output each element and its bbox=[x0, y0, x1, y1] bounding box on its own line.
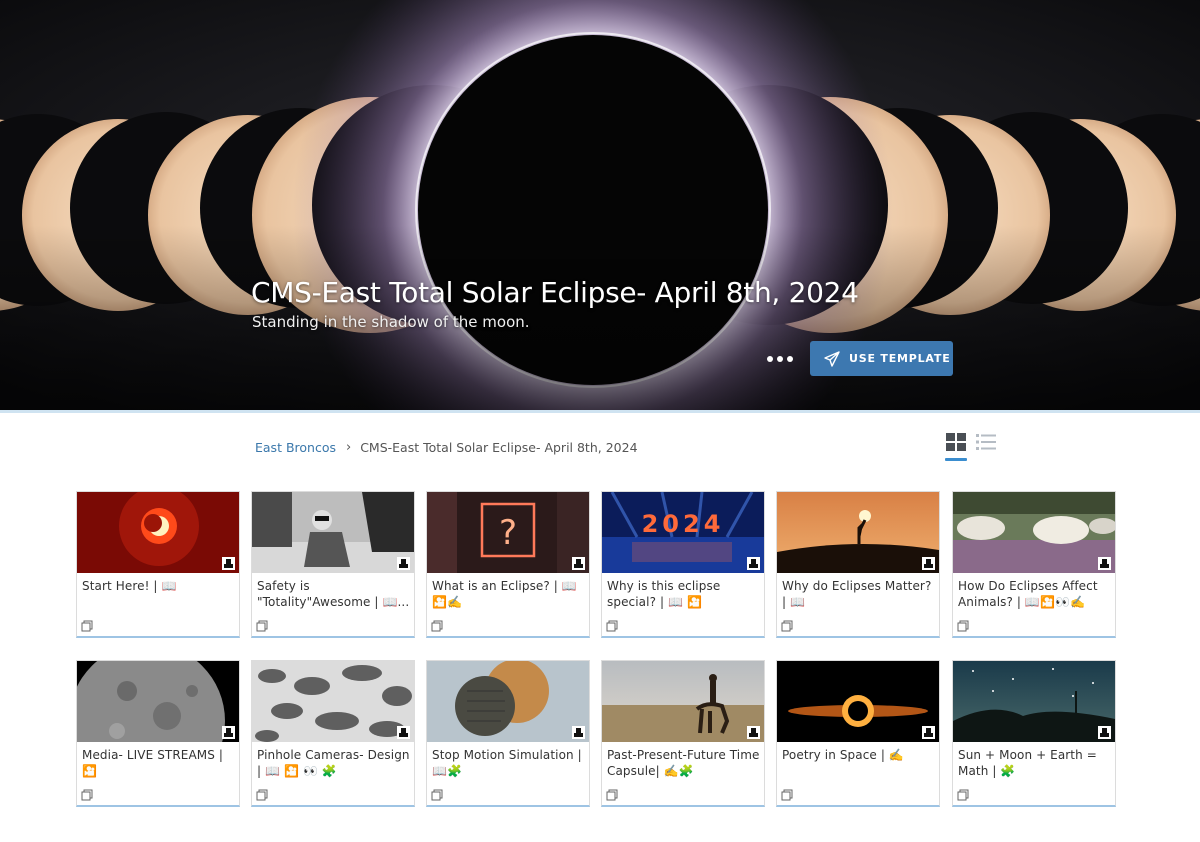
grid-view-button[interactable] bbox=[945, 432, 967, 462]
copy-icon[interactable] bbox=[781, 620, 793, 632]
resource-card[interactable]: Safety is "Totality"Awesome | 📖... bbox=[251, 491, 415, 638]
hero-divider bbox=[0, 410, 1200, 413]
svg-text:2024: 2024 bbox=[642, 510, 725, 538]
card-thumbnail bbox=[252, 492, 414, 573]
card-thumbnail bbox=[77, 492, 239, 573]
copy-icon[interactable] bbox=[957, 620, 969, 632]
copy-icon[interactable] bbox=[256, 789, 268, 801]
breadcrumb-parent-link[interactable]: East Broncos bbox=[255, 440, 336, 455]
card-thumbnail bbox=[777, 661, 939, 742]
pdf-badge-icon bbox=[397, 557, 410, 570]
card-thumbnail: ? bbox=[427, 492, 589, 573]
card-title: What is an Eclipse? | 📖 🎦✍️ bbox=[432, 579, 577, 609]
resource-card[interactable]: 2024 Why is this eclipse special? | 📖 🎦 bbox=[601, 491, 765, 638]
copy-icon[interactable] bbox=[81, 789, 93, 801]
breadcrumb-separator: › bbox=[346, 440, 352, 455]
copy-icon[interactable] bbox=[606, 789, 618, 801]
card-title: Safety is "Totality"Awesome | 📖... bbox=[257, 579, 410, 609]
card-thumbnail bbox=[77, 661, 239, 742]
card-title: Poetry in Space | ✍️ bbox=[782, 748, 904, 762]
copy-icon[interactable] bbox=[431, 789, 443, 801]
pdf-badge-icon bbox=[747, 726, 760, 739]
copy-icon[interactable] bbox=[781, 789, 793, 801]
card-thumbnail bbox=[602, 661, 764, 742]
page-title: CMS-East Total Solar Eclipse- April 8th,… bbox=[251, 276, 859, 309]
list-icon bbox=[976, 434, 996, 450]
pdf-badge-icon bbox=[922, 557, 935, 570]
resource-card[interactable]: Sun + Moon + Earth = Math | 🧩 bbox=[952, 660, 1116, 807]
copy-icon[interactable] bbox=[957, 789, 969, 801]
use-template-button[interactable]: USE TEMPLATE bbox=[810, 341, 953, 376]
resource-card[interactable]: Past-Present-Future Time Capsule| ✍️🧩 bbox=[601, 660, 765, 807]
resource-card[interactable]: Stop Motion Simulation | 📖🧩 bbox=[426, 660, 590, 807]
resource-card[interactable]: How Do Eclipses Affect Animals? | 📖🎦👀✍️ bbox=[952, 491, 1116, 638]
page-subtitle: Standing in the shadow of the moon. bbox=[252, 313, 530, 331]
pdf-badge-icon bbox=[1098, 726, 1111, 739]
resource-card[interactable]: Start Here! | 📖 bbox=[76, 491, 240, 638]
svg-text:?: ? bbox=[499, 513, 517, 553]
dot-icon bbox=[787, 356, 793, 362]
card-title: How Do Eclipses Affect Animals? | 📖🎦👀✍️ bbox=[958, 579, 1098, 609]
dot-icon bbox=[767, 356, 773, 362]
pdf-badge-icon bbox=[572, 726, 585, 739]
card-title: Stop Motion Simulation | 📖🧩 bbox=[432, 748, 582, 778]
resource-card[interactable]: Poetry in Space | ✍️ bbox=[776, 660, 940, 807]
more-options-button[interactable] bbox=[760, 346, 800, 372]
card-title: Past-Present-Future Time Capsule| ✍️🧩 bbox=[607, 748, 760, 778]
copy-icon[interactable] bbox=[431, 620, 443, 632]
pdf-badge-icon bbox=[397, 726, 410, 739]
resource-card[interactable]: ? What is an Eclipse? | 📖 🎦✍️ bbox=[426, 491, 590, 638]
card-thumbnail: 2024 bbox=[602, 492, 764, 573]
card-title: Pinhole Cameras- Design | 📖 🎦 👀 🧩 bbox=[257, 748, 410, 778]
copy-icon[interactable] bbox=[81, 620, 93, 632]
card-thumbnail bbox=[777, 492, 939, 573]
copy-icon[interactable] bbox=[256, 620, 268, 632]
card-thumbnail bbox=[953, 661, 1115, 742]
use-template-label: USE TEMPLATE bbox=[849, 352, 951, 365]
breadcrumb: East Broncos › CMS-East Total Solar Ecli… bbox=[255, 440, 638, 455]
pdf-badge-icon bbox=[922, 726, 935, 739]
resource-card[interactable]: Pinhole Cameras- Design | 📖 🎦 👀 🧩 bbox=[251, 660, 415, 807]
paper-plane-icon bbox=[824, 350, 840, 367]
card-title: Why do Eclipses Matter? | 📖 bbox=[782, 579, 932, 609]
copy-icon[interactable] bbox=[606, 620, 618, 632]
hero-banner: CMS-East Total Solar Eclipse- April 8th,… bbox=[0, 0, 1200, 410]
pdf-badge-icon bbox=[572, 557, 585, 570]
pdf-badge-icon bbox=[1098, 557, 1111, 570]
pdf-badge-icon bbox=[747, 557, 760, 570]
card-thumbnail bbox=[252, 661, 414, 742]
eclipse-sequence-image bbox=[0, 0, 1200, 410]
resource-card[interactable]: Media- LIVE STREAMS | 🎦 bbox=[76, 660, 240, 807]
card-title: Sun + Moon + Earth = Math | 🧩 bbox=[958, 748, 1097, 778]
dot-icon bbox=[777, 356, 783, 362]
card-thumbnail bbox=[427, 661, 589, 742]
active-view-indicator bbox=[945, 458, 967, 461]
grid-icon bbox=[946, 433, 966, 451]
resource-card[interactable]: Why do Eclipses Matter? | 📖 bbox=[776, 491, 940, 638]
pdf-badge-icon bbox=[222, 557, 235, 570]
list-view-button[interactable] bbox=[975, 432, 997, 452]
breadcrumb-current: CMS-East Total Solar Eclipse- April 8th,… bbox=[360, 440, 638, 455]
pdf-badge-icon bbox=[222, 726, 235, 739]
card-title: Start Here! | 📖 bbox=[82, 579, 177, 593]
card-thumbnail bbox=[953, 492, 1115, 573]
card-title: Why is this eclipse special? | 📖 🎦 bbox=[607, 579, 721, 609]
card-title: Media- LIVE STREAMS | 🎦 bbox=[82, 748, 224, 778]
